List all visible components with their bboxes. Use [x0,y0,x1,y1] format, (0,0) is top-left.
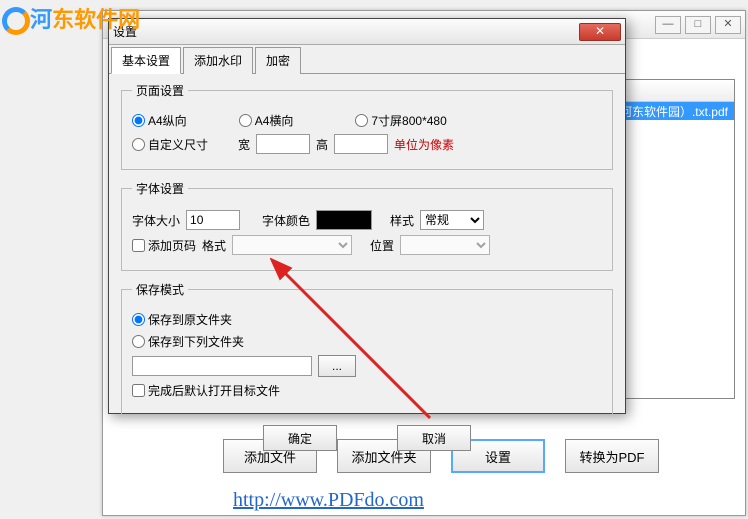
file-row-right: 河东软件园）.txt.pdf [620,103,728,120]
radio-a4-portrait[interactable]: A4纵向 [132,112,187,129]
tab-watermark[interactable]: 添加水印 [183,47,253,74]
dialog-titlebar: 设置 ✕ [109,19,625,45]
website-link[interactable]: http://www.PDFdo.com [233,489,424,512]
format-label: 格式 [202,237,226,254]
style-select[interactable]: 常规 [420,210,484,230]
radio-a4-landscape[interactable]: A4横向 [239,112,294,129]
font-color-select[interactable] [316,210,372,230]
tab-basic[interactable]: 基本设置 [111,47,181,74]
tab-bar: 基本设置 添加水印 加密 [109,47,625,74]
position-label: 位置 [370,237,394,254]
style-label: 样式 [390,212,414,229]
width-input[interactable] [256,134,310,154]
page-settings-legend: 页面设置 [132,82,188,99]
font-settings-group: 字体设置 字体大小 字体颜色 样式 常规 添加页码 格式 位置 [121,180,613,271]
radio-save-original[interactable]: 保存到原文件夹 [132,311,232,328]
font-size-input[interactable] [186,210,240,230]
settings-dialog: 设置 ✕ 基本设置 添加水印 加密 页面设置 A4纵向 A4横向 7寸屏800*… [108,18,626,414]
unit-note: 单位为像素 [394,136,454,153]
font-color-label: 字体颜色 [262,212,310,229]
watermark-text-b: 东软件网 [52,7,140,32]
site-watermark: 河东软件网 [2,2,140,35]
maximize-button[interactable]: □ [685,16,711,34]
folder-path-input[interactable] [132,356,312,376]
logo-ring-icon [2,7,30,35]
watermark-text-a: 河 [30,7,52,32]
font-settings-legend: 字体设置 [132,180,188,197]
format-select[interactable] [232,235,352,255]
position-select[interactable] [400,235,490,255]
tab-content-basic: 页面设置 A4纵向 A4横向 7寸屏800*480 自定义尺寸 宽 高 单位为像… [109,74,625,459]
ok-button[interactable]: 确定 [263,425,337,451]
width-label: 宽 [238,136,250,153]
save-mode-legend: 保存模式 [132,281,188,298]
minimize-button[interactable]: — [655,16,681,34]
radio-7inch[interactable]: 7寸屏800*480 [355,112,446,129]
add-pagenum-checkbox[interactable]: 添加页码 [132,237,196,254]
radio-custom-size[interactable]: 自定义尺寸 [132,136,208,153]
height-label: 高 [316,136,328,153]
close-button[interactable]: ✕ [715,16,741,34]
font-size-label: 字体大小 [132,212,180,229]
dialog-button-row: 确定 取消 [121,425,613,451]
page-settings-group: 页面设置 A4纵向 A4横向 7寸屏800*480 自定义尺寸 宽 高 单位为像… [121,82,613,170]
save-mode-group: 保存模式 保存到原文件夹 保存到下列文件夹 ... 完成后默认打开目标文件 [121,281,613,415]
radio-save-below[interactable]: 保存到下列文件夹 [132,333,244,350]
tab-encrypt[interactable]: 加密 [255,47,301,74]
browse-button[interactable]: ... [318,355,356,377]
dialog-close-button[interactable]: ✕ [579,23,621,41]
open-after-checkbox[interactable]: 完成后默认打开目标文件 [132,382,280,399]
height-input[interactable] [334,134,388,154]
cancel-button[interactable]: 取消 [397,425,471,451]
